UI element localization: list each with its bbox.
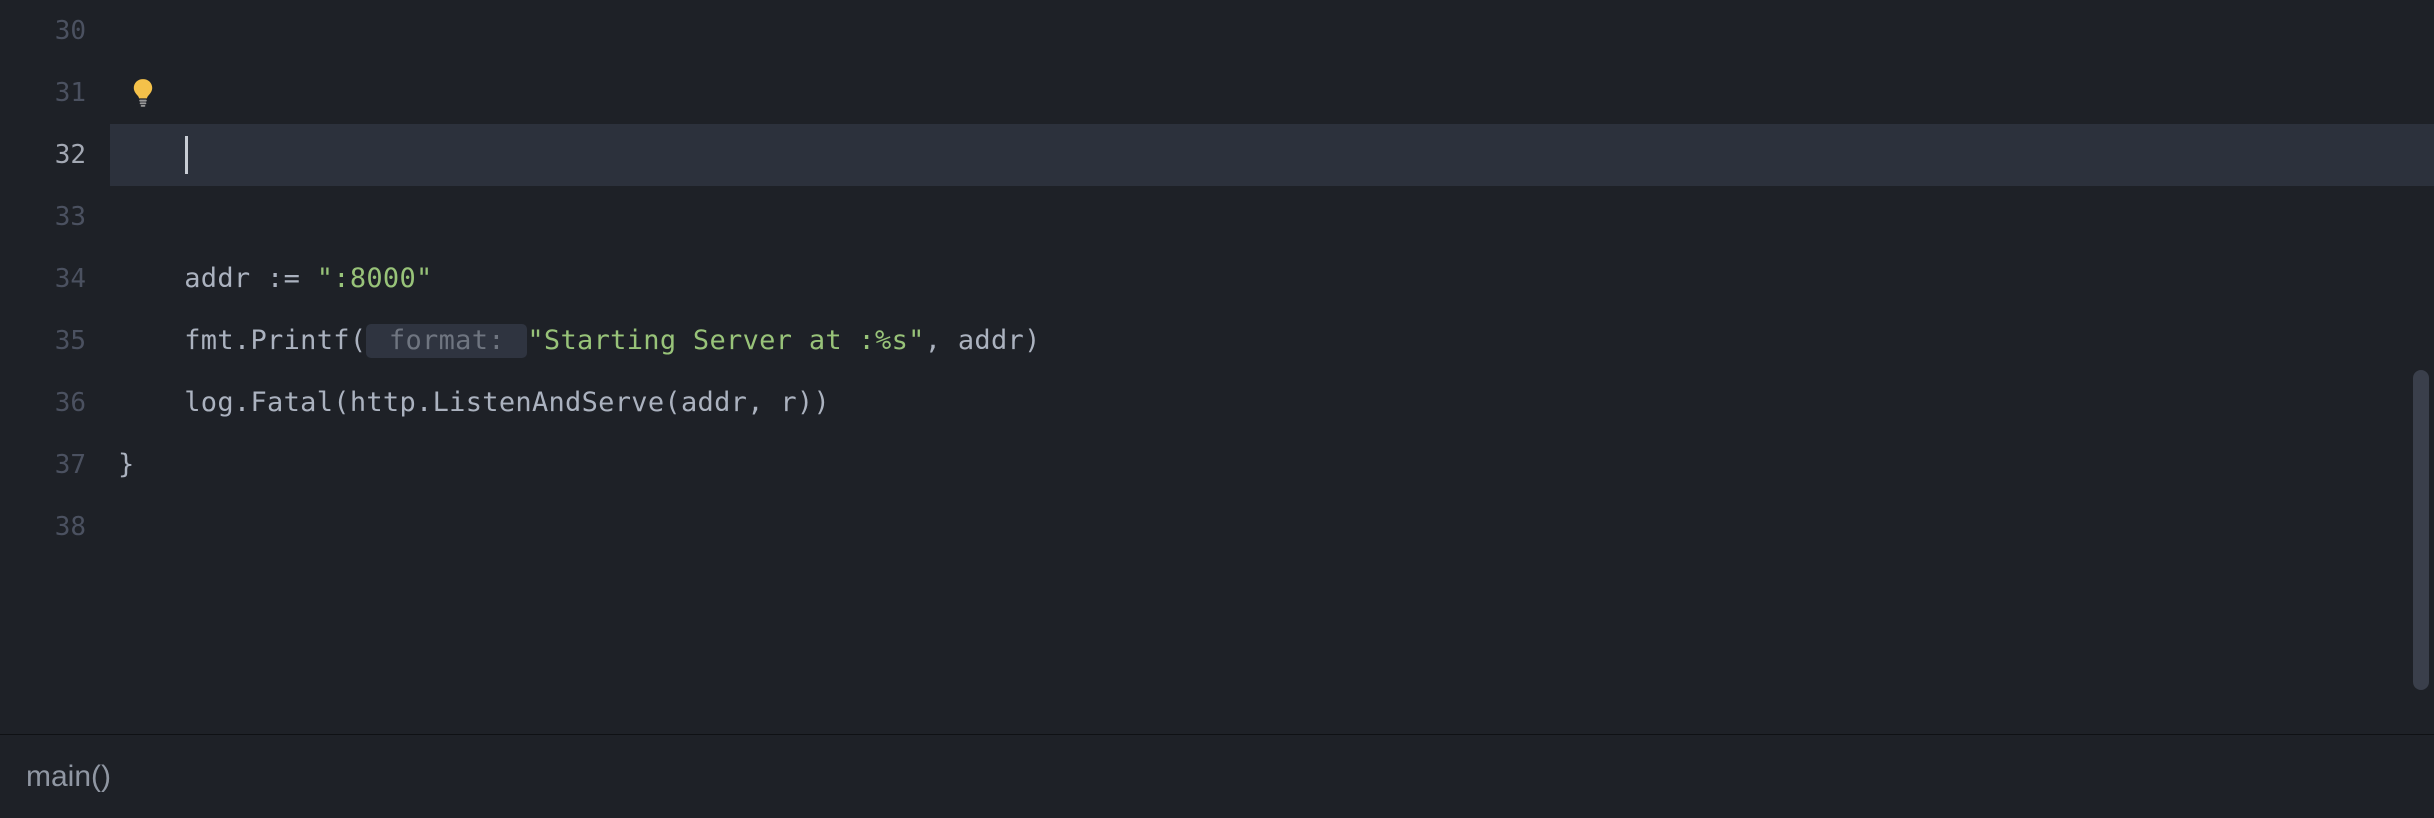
code-line[interactable]: } <box>110 434 2434 496</box>
code-token: ( <box>350 325 367 356</box>
code-token: addr <box>184 263 250 294</box>
code-token: Printf <box>250 325 349 356</box>
code-token: ( <box>333 387 350 418</box>
line-number: 34 <box>0 248 110 310</box>
code-token: ":8000" <box>317 263 433 294</box>
breadcrumb[interactable]: main() <box>26 760 111 794</box>
code-line[interactable]: fmt.Printf( format: "Starting Server at … <box>110 310 2434 372</box>
code-token: r <box>780 387 797 418</box>
code-token: addr <box>958 325 1024 356</box>
line-number-gutter: 30 31 32 33 34 35 36 37 38 <box>0 0 110 734</box>
line-number: 33 <box>0 186 110 248</box>
code-token <box>118 263 184 294</box>
line-number: 35 <box>0 310 110 372</box>
code-token: Fatal <box>250 387 333 418</box>
code-line-active[interactable] <box>110 124 2434 186</box>
vertical-scrollbar[interactable] <box>2410 0 2432 734</box>
inlay-hint: format: <box>366 324 527 358</box>
code-token: := <box>250 263 316 294</box>
code-token: . <box>416 387 433 418</box>
code-editor[interactable]: 30 31 32 33 34 35 36 37 38 r.HandleFunc(… <box>0 0 2434 734</box>
line-number: 37 <box>0 434 110 496</box>
code-token: ) <box>813 387 830 418</box>
code-token <box>118 325 184 356</box>
line-number: 31 <box>0 62 110 124</box>
code-token: ) <box>1024 325 1041 356</box>
line-number-active: 32 <box>0 124 110 186</box>
code-line[interactable]: r.HandleFunc( path: "/movies", getMovies… <box>110 62 2434 124</box>
code-token: , <box>747 387 780 418</box>
code-token: "Starting Server at :%s" <box>527 325 924 356</box>
code-line[interactable] <box>110 0 2434 62</box>
lightbulb-icon[interactable] <box>130 62 156 124</box>
text-cursor <box>185 136 188 174</box>
code-line[interactable] <box>110 496 2434 558</box>
code-line[interactable]: log.Fatal(http.ListenAndServe(addr, r)) <box>110 372 2434 434</box>
code-token <box>118 387 184 418</box>
code-token: . <box>234 387 251 418</box>
line-number: 38 <box>0 496 110 558</box>
code-token: ) <box>797 387 814 418</box>
line-number: 36 <box>0 372 110 434</box>
code-area[interactable]: r.HandleFunc( path: "/movies", getMovies… <box>110 0 2434 734</box>
code-line[interactable] <box>110 186 2434 248</box>
scrollbar-thumb[interactable] <box>2413 370 2429 690</box>
code-token: , <box>925 325 958 356</box>
code-line[interactable]: addr := ":8000" <box>110 248 2434 310</box>
line-number: 30 <box>0 0 110 62</box>
code-token: addr <box>681 387 747 418</box>
code-token: fmt <box>184 325 234 356</box>
code-token: . <box>234 325 251 356</box>
code-token: } <box>118 449 135 480</box>
code-token: http <box>350 387 416 418</box>
breadcrumb-bar: main() <box>0 734 2434 818</box>
code-token: log <box>184 387 234 418</box>
code-token: ( <box>664 387 681 418</box>
code-token: ListenAndServe <box>433 387 665 418</box>
